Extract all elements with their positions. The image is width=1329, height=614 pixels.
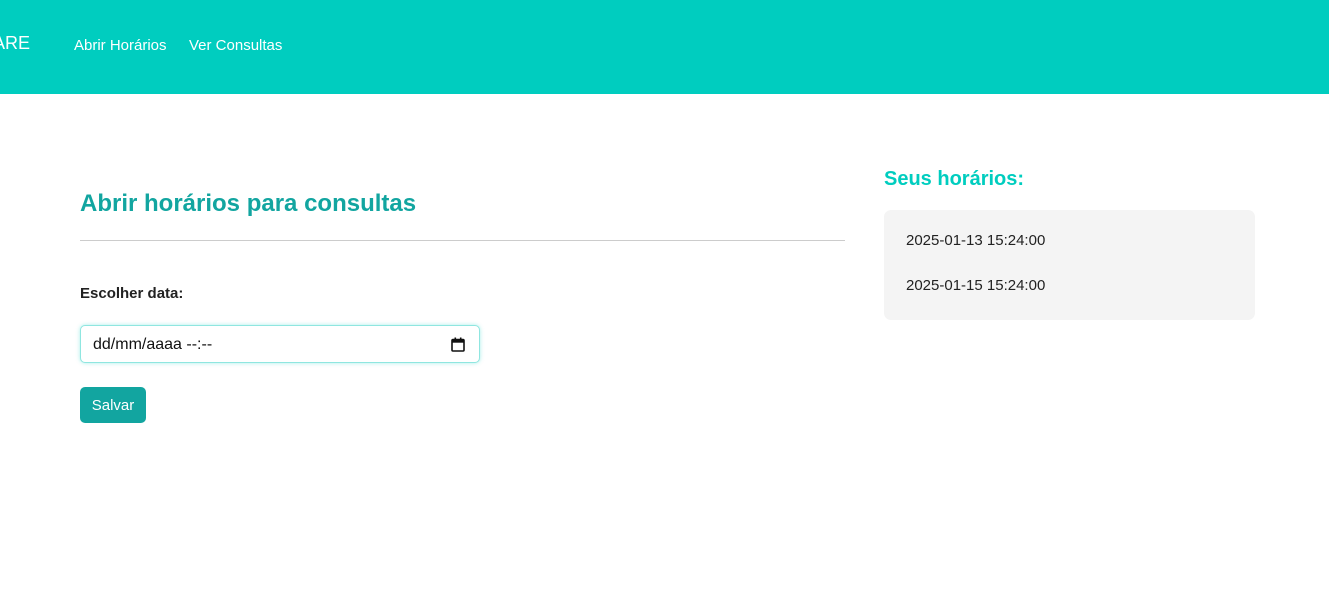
nav-link-abrir-horarios[interactable]: Abrir Horários [74, 37, 167, 54]
save-button[interactable]: Salvar [80, 387, 146, 423]
schedule-item: 2025-01-15 15:24:00 [906, 277, 1046, 294]
brand-logo-text[interactable]: CARE [0, 33, 30, 54]
title-divider [80, 240, 845, 241]
date-field-label: Escolher data: [80, 285, 184, 302]
nav-link-ver-consultas[interactable]: Ver Consultas [189, 37, 282, 54]
schedule-item: 2025-01-13 15:24:00 [906, 232, 1046, 249]
page-title: Abrir horários para consultas [80, 190, 417, 217]
datetime-input-placeholder: dd/mm/aaaa --:-- [93, 336, 213, 353]
datetime-input[interactable]: dd/mm/aaaa --:-- [80, 325, 480, 363]
top-navbar: CARE Abrir Horários Ver Consultas [0, 0, 1329, 94]
sidebar-title: Seus horários: [884, 168, 1025, 190]
calendar-icon[interactable] [451, 337, 465, 352]
schedule-list: 2025-01-13 15:24:00 2025-01-15 15:24:00 [884, 210, 1255, 320]
